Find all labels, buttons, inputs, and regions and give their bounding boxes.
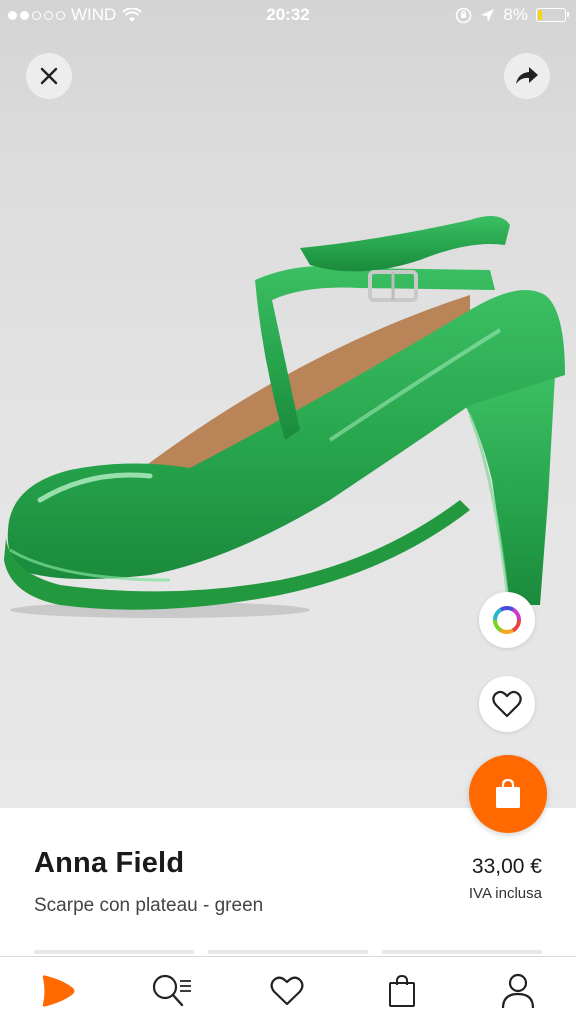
tab-wishlist[interactable] <box>255 957 319 1024</box>
brand-name[interactable]: Anna Field <box>34 847 184 880</box>
product-image[interactable] <box>0 200 576 630</box>
zalando-logo-icon <box>42 974 75 1007</box>
tab-bar <box>0 956 576 1024</box>
location-arrow-icon <box>481 8 495 22</box>
product-info-panel: Anna Field Scarpe con plateau - green 33… <box>0 808 576 956</box>
close-button[interactable] <box>26 53 72 99</box>
close-icon <box>40 67 58 85</box>
search-list-icon <box>152 974 191 1006</box>
shopping-bag-icon <box>496 779 520 808</box>
orientation-lock-icon <box>456 7 472 23</box>
product-name: Scarpe con plateau - green <box>34 895 264 916</box>
heart-icon <box>270 976 304 1005</box>
color-picker-button[interactable] <box>479 592 535 648</box>
user-icon <box>501 973 535 1008</box>
tab-home[interactable] <box>26 957 90 1024</box>
status-bar: WIND 20:32 8% <box>0 0 576 30</box>
tab-cart[interactable] <box>370 957 434 1024</box>
share-button[interactable] <box>504 53 550 99</box>
wishlist-button[interactable] <box>479 676 535 732</box>
tab-profile[interactable] <box>486 957 550 1024</box>
product-price: 33,00 € <box>471 855 542 878</box>
shopping-bag-icon <box>389 974 415 1007</box>
battery-percent: 8% <box>503 5 528 24</box>
tab-search[interactable] <box>141 957 205 1024</box>
color-wheel-icon <box>493 606 521 634</box>
vat-note: IVA inclusa <box>468 885 542 902</box>
battery-icon <box>536 8 569 22</box>
add-to-cart-button[interactable] <box>469 755 547 833</box>
heart-icon <box>492 690 522 718</box>
share-arrow-icon <box>516 67 538 84</box>
